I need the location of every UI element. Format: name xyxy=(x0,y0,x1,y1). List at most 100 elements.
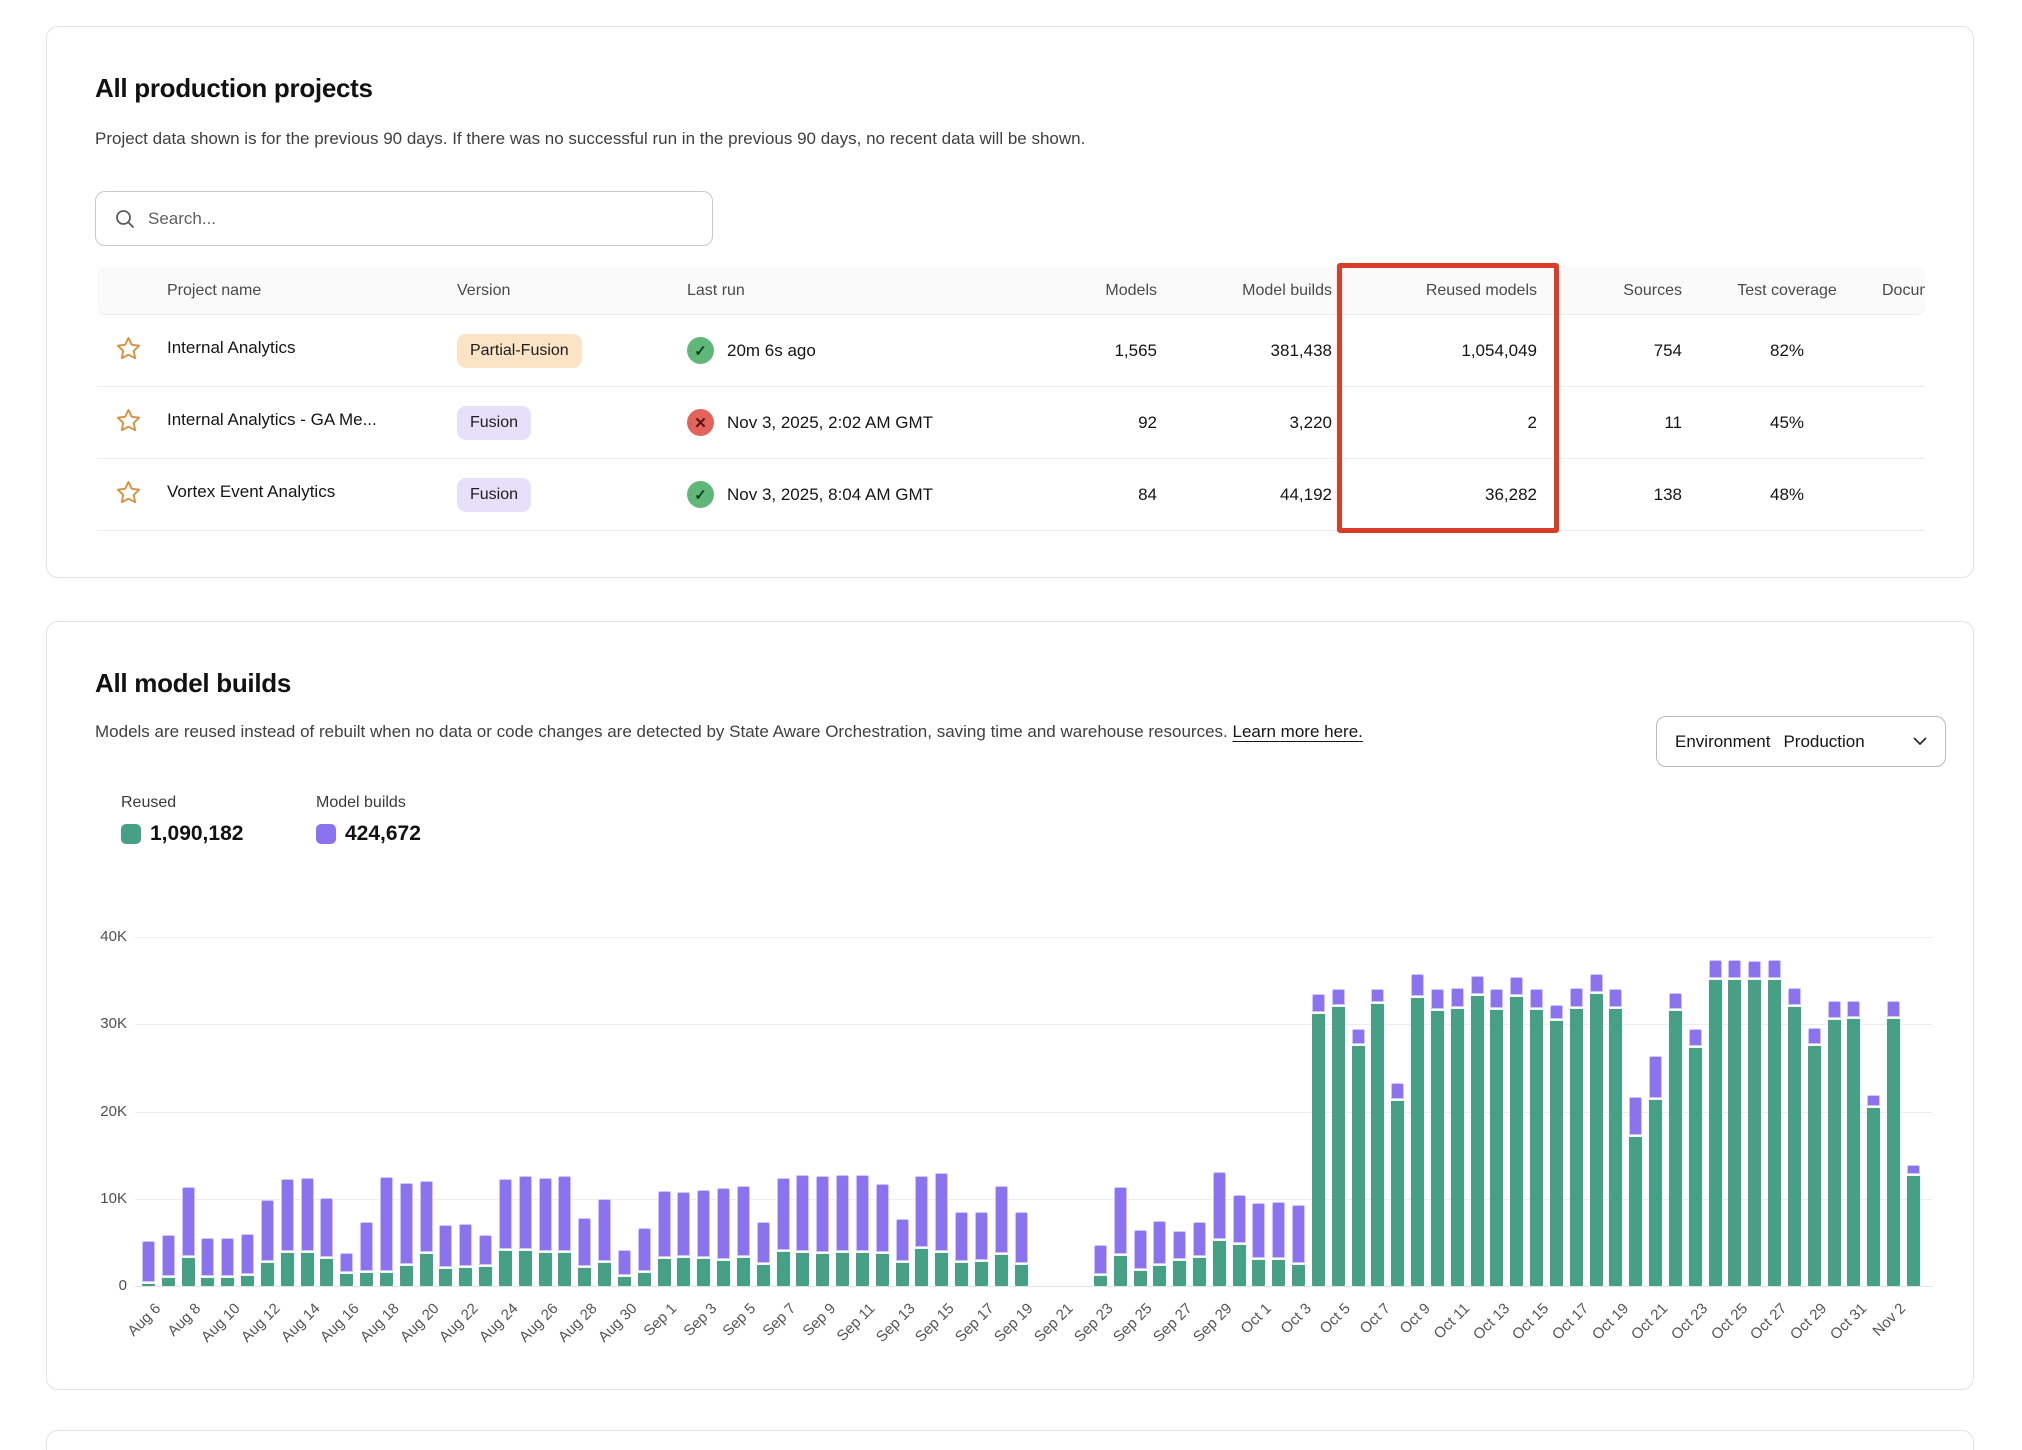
project-name-link[interactable]: Internal Analytics xyxy=(167,338,296,358)
bar-segment-reused[interactable] xyxy=(499,1250,512,1286)
bar-segment-model-builds[interactable] xyxy=(836,1175,849,1251)
bar-segment-model-builds[interactable] xyxy=(955,1212,968,1262)
bar-segment-reused[interactable] xyxy=(261,1262,274,1286)
bar-segment-model-builds[interactable] xyxy=(1728,960,1741,978)
project-name-link[interactable]: Internal Analytics - GA Me... xyxy=(167,410,377,430)
bar-segment-reused[interactable] xyxy=(1252,1259,1265,1286)
bar-segment-reused[interactable] xyxy=(1391,1100,1404,1286)
bar-segment-reused[interactable] xyxy=(1153,1265,1166,1286)
bar-segment-reused[interactable] xyxy=(380,1272,393,1286)
bar-segment-reused[interactable] xyxy=(1411,997,1424,1286)
bar-segment-reused[interactable] xyxy=(162,1277,175,1286)
bar-segment-reused[interactable] xyxy=(1748,979,1761,1286)
bar-segment-model-builds[interactable] xyxy=(360,1222,373,1271)
bar-segment-reused[interactable] xyxy=(1530,1009,1543,1286)
bar-segment-reused[interactable] xyxy=(677,1257,690,1286)
bar-segment-model-builds[interactable] xyxy=(1768,960,1781,977)
bar-segment-model-builds[interactable] xyxy=(420,1181,433,1252)
bar-segment-model-builds[interactable] xyxy=(1847,1001,1860,1018)
bar-segment-reused[interactable] xyxy=(796,1252,809,1286)
bar-segment-model-builds[interactable] xyxy=(757,1222,770,1263)
bar-segment-model-builds[interactable] xyxy=(261,1200,274,1260)
bar-segment-model-builds[interactable] xyxy=(1094,1245,1107,1274)
bar-segment-reused[interactable] xyxy=(1649,1099,1662,1286)
bar-segment-reused[interactable] xyxy=(182,1257,195,1286)
bar-segment-reused[interactable] xyxy=(420,1253,433,1286)
bar-segment-reused[interactable] xyxy=(340,1273,353,1286)
bar-segment-model-builds[interactable] xyxy=(598,1199,611,1261)
bar-segment-reused[interactable] xyxy=(1193,1257,1206,1286)
bar-segment-reused[interactable] xyxy=(539,1252,552,1286)
bar-segment-model-builds[interactable] xyxy=(1490,989,1503,1007)
bar-segment-reused[interactable] xyxy=(995,1254,1008,1286)
bar-segment-model-builds[interactable] xyxy=(1252,1203,1265,1258)
bar-segment-reused[interactable] xyxy=(935,1252,948,1286)
bar-segment-reused[interactable] xyxy=(558,1252,571,1286)
bar-segment-reused[interactable] xyxy=(1352,1045,1365,1286)
bar-segment-reused[interactable] xyxy=(896,1262,909,1286)
bar-segment-reused[interactable] xyxy=(1808,1045,1821,1286)
bar-segment-reused[interactable] xyxy=(598,1262,611,1286)
bar-segment-model-builds[interactable] xyxy=(618,1250,631,1275)
search-input[interactable] xyxy=(148,209,694,229)
bar-segment-reused[interactable] xyxy=(1828,1019,1841,1286)
bar-segment-reused[interactable] xyxy=(1292,1264,1305,1286)
bar-segment-reused[interactable] xyxy=(1887,1018,1900,1286)
bar-segment-model-builds[interactable] xyxy=(320,1198,333,1257)
bar-segment-model-builds[interactable] xyxy=(1907,1165,1920,1175)
bar-segment-reused[interactable] xyxy=(301,1252,314,1286)
bar-segment-reused[interactable] xyxy=(1114,1255,1127,1286)
bar-segment-model-builds[interactable] xyxy=(1114,1187,1127,1253)
favorite-star-icon[interactable] xyxy=(115,335,142,362)
bar-segment-reused[interactable] xyxy=(1709,979,1722,1286)
bar-segment-model-builds[interactable] xyxy=(816,1176,829,1252)
bar-segment-model-builds[interactable] xyxy=(796,1175,809,1251)
bar-segment-model-builds[interactable] xyxy=(975,1212,988,1260)
bar-segment-reused[interactable] xyxy=(1471,995,1484,1286)
bar-segment-model-builds[interactable] xyxy=(915,1176,928,1247)
bar-segment-reused[interactable] xyxy=(439,1268,452,1286)
bar-segment-reused[interactable] xyxy=(876,1253,889,1286)
bar-segment-reused[interactable] xyxy=(459,1267,472,1286)
bar-segment-model-builds[interactable] xyxy=(1590,974,1603,991)
bar-segment-reused[interactable] xyxy=(519,1250,532,1286)
bar-segment-model-builds[interactable] xyxy=(162,1235,175,1276)
bar-segment-model-builds[interactable] xyxy=(777,1178,790,1250)
bar-segment-model-builds[interactable] xyxy=(1609,989,1622,1006)
bar-segment-model-builds[interactable] xyxy=(479,1235,492,1265)
bar-segment-reused[interactable] xyxy=(1629,1136,1642,1286)
bar-segment-reused[interactable] xyxy=(1312,1013,1325,1286)
bar-segment-model-builds[interactable] xyxy=(1233,1195,1246,1243)
bar-segment-reused[interactable] xyxy=(1689,1047,1702,1286)
bar-segment-reused[interactable] xyxy=(658,1258,671,1286)
bar-segment-model-builds[interactable] xyxy=(1015,1212,1028,1263)
bar-segment-reused[interactable] xyxy=(1371,1003,1384,1286)
bar-segment-model-builds[interactable] xyxy=(1471,976,1484,994)
bar-segment-model-builds[interactable] xyxy=(241,1234,254,1273)
bar-segment-model-builds[interactable] xyxy=(400,1183,413,1264)
bar-segment-reused[interactable] xyxy=(1609,1008,1622,1286)
bar-segment-model-builds[interactable] xyxy=(1808,1028,1821,1045)
bar-segment-model-builds[interactable] xyxy=(1629,1097,1642,1135)
bar-segment-reused[interactable] xyxy=(479,1266,492,1286)
bar-segment-model-builds[interactable] xyxy=(677,1192,690,1257)
bar-segment-model-builds[interactable] xyxy=(459,1224,472,1266)
bar-segment-model-builds[interactable] xyxy=(995,1186,1008,1252)
bar-segment-model-builds[interactable] xyxy=(1332,989,1345,1005)
bar-segment-model-builds[interactable] xyxy=(1312,994,1325,1012)
bar-segment-reused[interactable] xyxy=(1847,1018,1860,1286)
bar-segment-reused[interactable] xyxy=(816,1253,829,1286)
bar-segment-model-builds[interactable] xyxy=(1570,988,1583,1006)
bar-segment-model-builds[interactable] xyxy=(201,1238,214,1276)
bar-segment-reused[interactable] xyxy=(737,1257,750,1286)
bar-segment-reused[interactable] xyxy=(241,1275,254,1286)
bar-segment-model-builds[interactable] xyxy=(1887,1001,1900,1018)
bar-segment-reused[interactable] xyxy=(638,1272,651,1286)
bar-segment-reused[interactable] xyxy=(1867,1107,1880,1286)
bar-segment-reused[interactable] xyxy=(142,1283,155,1286)
bar-segment-reused[interactable] xyxy=(1728,979,1741,1286)
bar-segment-reused[interactable] xyxy=(400,1265,413,1286)
bar-segment-model-builds[interactable] xyxy=(856,1175,869,1251)
bar-segment-reused[interactable] xyxy=(1550,1020,1563,1286)
bar-segment-reused[interactable] xyxy=(1134,1270,1147,1286)
